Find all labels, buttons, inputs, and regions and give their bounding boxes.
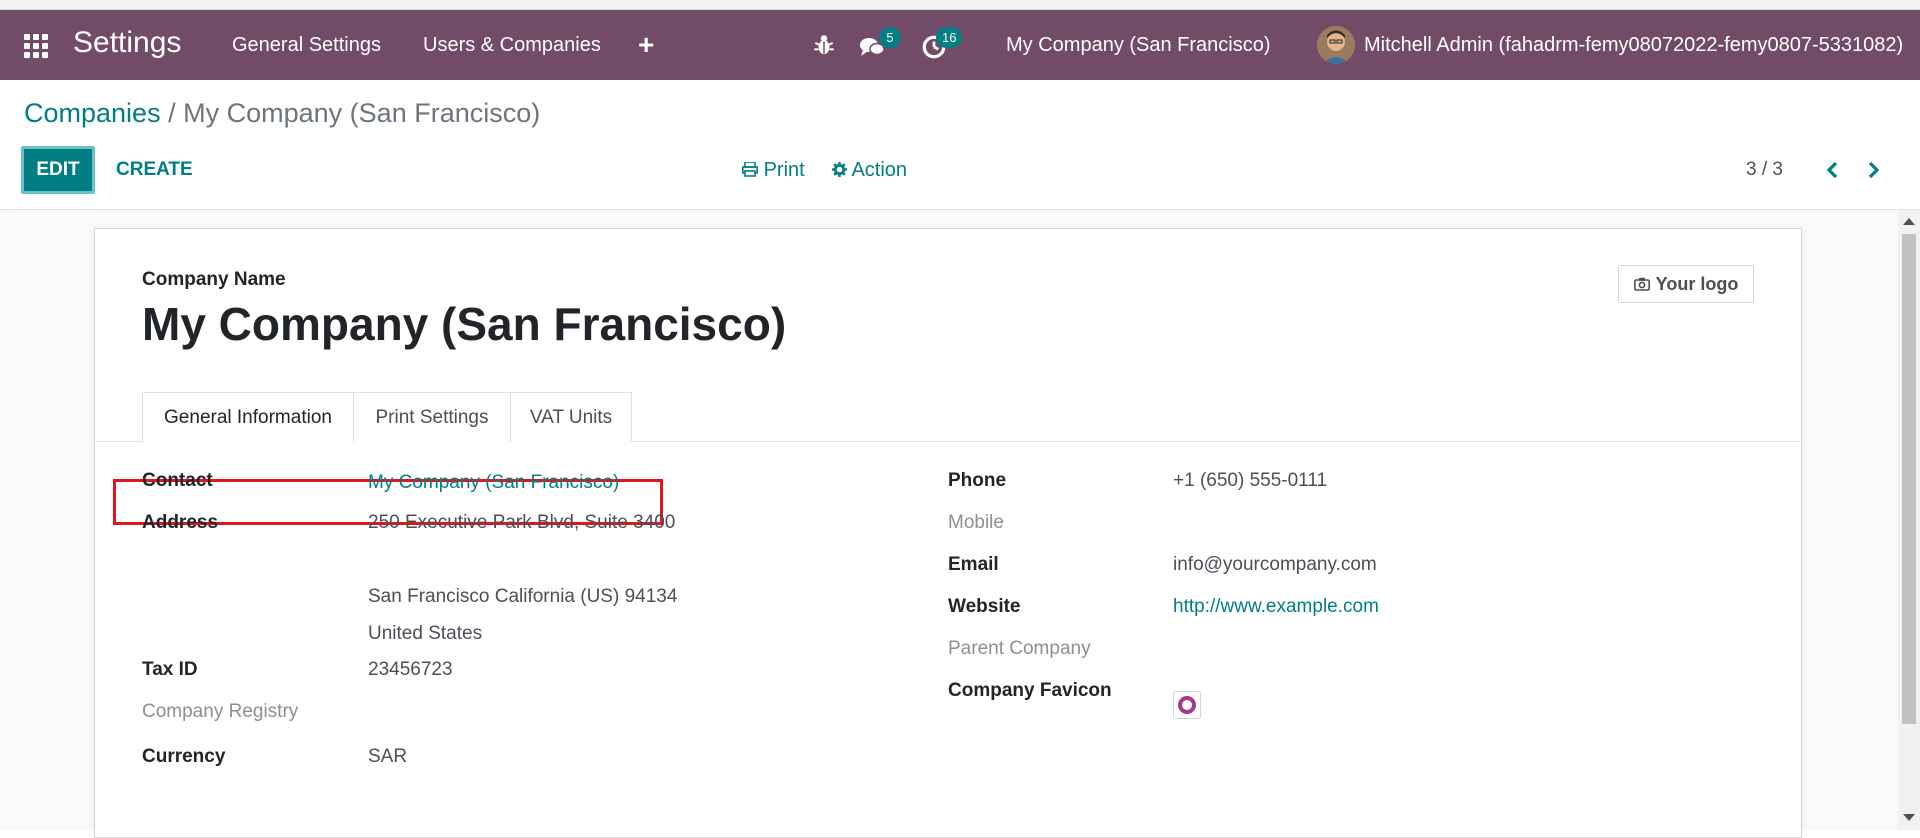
- address-city-state-zip[interactable]: San Francisco California (US) 94134: [368, 586, 677, 608]
- favicon-ring-icon: [1178, 696, 1196, 714]
- app-brand[interactable]: Settings: [73, 26, 181, 60]
- company-favicon-label: Company Favicon: [948, 680, 1112, 701]
- printer-icon: [742, 161, 758, 177]
- company-favicon-image[interactable]: [1173, 691, 1201, 719]
- control-panel: Companies / My Company (San Francisco) E…: [0, 80, 1920, 210]
- your-logo-button[interactable]: Your logo: [1618, 265, 1754, 303]
- form-content-area: Company Name My Company (San Francisco) …: [0, 210, 1898, 838]
- scroll-up-arrow-icon[interactable]: [1903, 218, 1915, 225]
- currency-value[interactable]: SAR: [368, 746, 407, 768]
- gear-icon: [832, 162, 847, 177]
- company-registry-label: Company Registry: [142, 701, 299, 722]
- breadcrumb-current: My Company (San Francisco): [183, 98, 541, 128]
- chevron-left-icon[interactable]: [1822, 158, 1844, 182]
- address-country[interactable]: United States: [368, 623, 482, 645]
- your-logo-label: Your logo: [1655, 273, 1739, 294]
- tax-id-value[interactable]: 23456723: [368, 659, 453, 681]
- website-label: Website: [948, 596, 1021, 617]
- email-value[interactable]: info@yourcompany.com: [1173, 554, 1377, 576]
- breadcrumb: Companies / My Company (San Francisco): [24, 98, 540, 129]
- apps-grid-icon[interactable]: [24, 34, 50, 58]
- camera-icon: [1633, 277, 1650, 291]
- plus-icon[interactable]: +: [638, 29, 654, 61]
- phone-label: Phone: [948, 470, 1007, 491]
- parent-company-label: Parent Company: [948, 638, 1091, 659]
- address-label: Address: [142, 512, 219, 533]
- print-button[interactable]: Print: [742, 159, 805, 182]
- form-sheet: Company Name My Company (San Francisco) …: [94, 228, 1802, 838]
- main-navbar: Settings General Settings Users & Compan…: [0, 10, 1920, 80]
- tab-vat-units[interactable]: VAT Units: [510, 392, 632, 442]
- breadcrumb-companies[interactable]: Companies: [24, 98, 161, 128]
- scroll-down-arrow-icon[interactable]: [1903, 814, 1915, 821]
- action-label: Action: [851, 159, 908, 181]
- chevron-right-icon[interactable]: [1862, 158, 1884, 182]
- phone-value[interactable]: +1 (650) 555-0111: [1173, 470, 1327, 492]
- company-switcher[interactable]: My Company (San Francisco): [1006, 34, 1271, 57]
- messages-badge: 5: [879, 27, 901, 48]
- pager-value[interactable]: 3 / 3: [1746, 159, 1783, 181]
- menu-general-settings[interactable]: General Settings: [232, 34, 381, 57]
- tab-print-settings[interactable]: Print Settings: [353, 392, 511, 442]
- contact-link[interactable]: My Company (San Francisco): [368, 472, 619, 494]
- tax-id-label: Tax ID: [142, 659, 198, 680]
- breadcrumb-separator: /: [168, 98, 176, 128]
- print-label: Print: [763, 159, 805, 181]
- company-name-label: Company Name: [142, 269, 286, 290]
- scroll-thumb[interactable]: [1902, 234, 1916, 724]
- browser-top-strip: [0, 0, 1920, 10]
- contact-label: Contact: [142, 470, 213, 491]
- mobile-label: Mobile: [948, 512, 1004, 533]
- vertical-scrollbar[interactable]: [1898, 210, 1920, 830]
- currency-label: Currency: [142, 746, 226, 767]
- website-link[interactable]: http://www.example.com: [1173, 596, 1379, 618]
- address-street[interactable]: 250 Executive Park Blvd, Suite 3400: [368, 512, 675, 534]
- menu-users-companies[interactable]: Users & Companies: [423, 34, 601, 57]
- edit-button[interactable]: EDIT: [21, 146, 95, 194]
- action-button[interactable]: Action: [832, 159, 907, 182]
- company-name-field[interactable]: My Company (San Francisco): [142, 297, 786, 351]
- bug-icon[interactable]: [811, 32, 837, 58]
- user-avatar[interactable]: [1317, 26, 1355, 64]
- create-button[interactable]: CREATE: [116, 159, 193, 181]
- activities-badge: 16: [936, 27, 963, 48]
- email-label: Email: [948, 554, 999, 575]
- tab-general-information[interactable]: General Information: [142, 392, 354, 443]
- form-tabs: General Information Print Settings VAT U…: [95, 392, 1801, 443]
- user-menu[interactable]: Mitchell Admin (fahadrm-femy08072022-fem…: [1364, 34, 1903, 57]
